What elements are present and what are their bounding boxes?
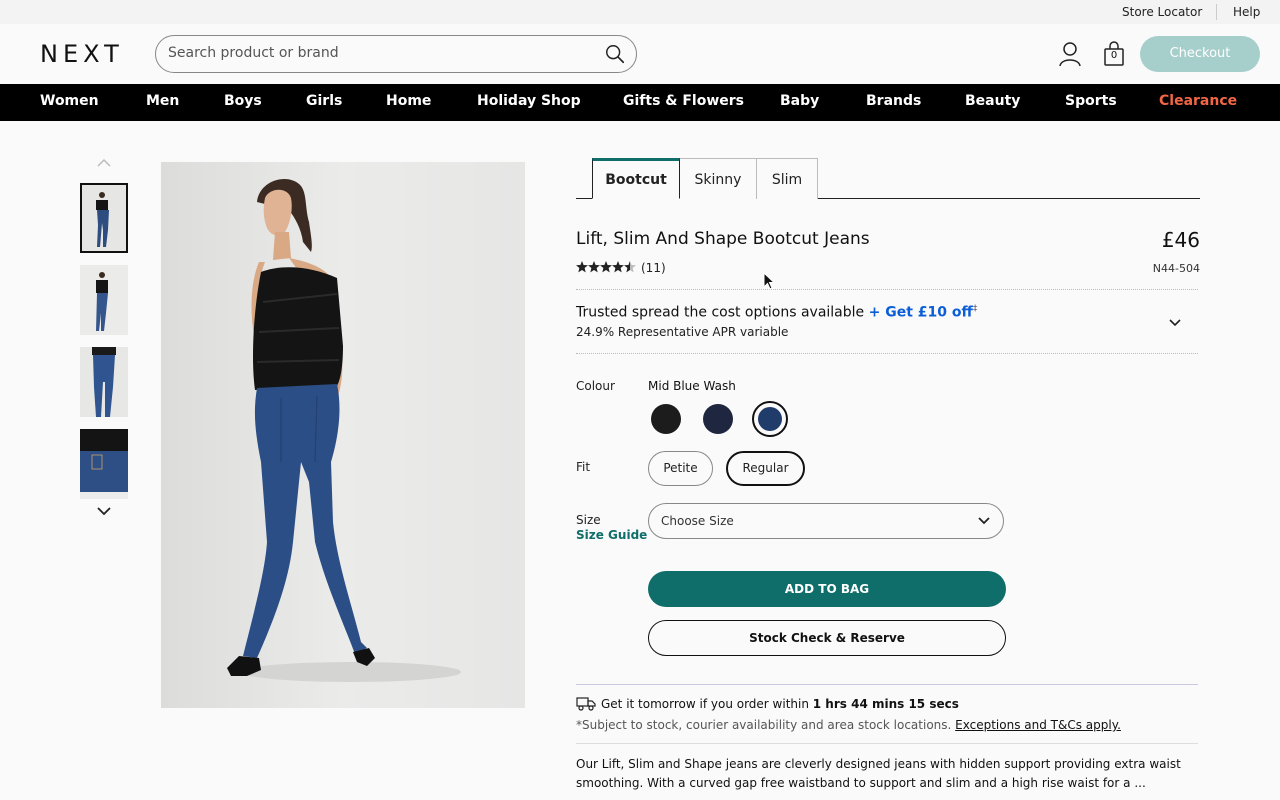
credit-apr-text: 24.9% Representative APR variable: [576, 325, 789, 339]
credit-offer-text: Trusted spread the cost options availabl…: [576, 304, 977, 321]
size-guide-link[interactable]: Size Guide: [576, 528, 647, 542]
thumbnail-3[interactable]: [80, 347, 128, 417]
product-price: £46: [1161, 228, 1200, 252]
main-nav: Women Men Boys Girls Home Holiday Shop G…: [0, 84, 1280, 121]
nav-item-home[interactable]: Home: [386, 93, 431, 109]
delivery-message: Get it tomorrow if you order within 1 hr…: [601, 697, 959, 711]
nav-item-boys[interactable]: Boys: [224, 93, 262, 109]
nav-item-gifts-flowers[interactable]: Gifts & Flowers: [623, 93, 744, 109]
nav-item-brands[interactable]: Brands: [866, 93, 921, 109]
colour-label: Colour: [576, 379, 615, 393]
stock-check-button[interactable]: Stock Check & Reserve: [648, 620, 1006, 656]
nav-item-women[interactable]: Women: [40, 93, 99, 109]
thumbnails-up-chevron-icon[interactable]: [96, 157, 112, 169]
chevron-down-icon: [978, 517, 990, 525]
credit-expand-chevron-icon[interactable]: [1168, 318, 1182, 328]
divider: [576, 684, 1198, 685]
delivery-note-text: *Subject to stock, courier availability …: [576, 718, 952, 732]
product-title: Lift, Slim And Shape Bootcut Jeans: [576, 229, 870, 249]
next-logo[interactable]: NEXT: [40, 40, 124, 68]
swatch-fill: [651, 404, 681, 434]
nav-item-sports[interactable]: Sports: [1065, 93, 1117, 109]
product-code: N44-504: [1152, 262, 1200, 275]
nav-item-clearance[interactable]: Clearance: [1159, 93, 1237, 109]
fit-option-regular[interactable]: Regular: [726, 451, 805, 486]
account-icon[interactable]: [1058, 41, 1082, 67]
add-to-bag-button[interactable]: ADD TO BAG: [648, 571, 1006, 607]
product-description: Our Lift, Slim and Shape jeans are cleve…: [576, 757, 1181, 790]
credit-dagger: ‡: [972, 304, 978, 314]
swatch-fill: [758, 407, 782, 431]
divider: [576, 289, 1198, 290]
nav-item-girls[interactable]: Girls: [306, 93, 342, 109]
colour-swatch-navy[interactable]: [700, 401, 736, 437]
nav-item-beauty[interactable]: Beauty: [965, 93, 1020, 109]
tab-slim[interactable]: Slim: [756, 158, 818, 199]
credit-offer-label: Trusted spread the cost options availabl…: [576, 304, 865, 321]
site-header: NEXT 0 Checkout: [0, 24, 1280, 84]
checkout-button[interactable]: Checkout: [1140, 36, 1260, 72]
nav-item-baby[interactable]: Baby: [780, 93, 819, 109]
credit-offer-link[interactable]: + Get £10 off: [869, 305, 973, 321]
main-product-image[interactable]: [161, 162, 525, 708]
delivery-note: *Subject to stock, courier availability …: [576, 718, 1121, 732]
utility-bar: Store Locator Help: [0, 0, 1280, 24]
utility-divider: [1216, 4, 1217, 20]
divider: [576, 353, 1198, 354]
delivery-prefix: Get it tomorrow if you order within: [601, 697, 809, 711]
nav-item-holiday-shop[interactable]: Holiday Shop: [477, 93, 581, 109]
selected-colour-name: Mid Blue Wash: [648, 379, 736, 393]
search-box[interactable]: [155, 35, 637, 73]
delivery-truck-icon: [576, 697, 596, 711]
fit-label: Fit: [576, 460, 591, 474]
store-locator-link[interactable]: Store Locator: [1122, 5, 1202, 19]
colour-swatch-black[interactable]: [648, 401, 684, 437]
rating-stars-icon[interactable]: [576, 261, 636, 276]
review-count-link[interactable]: (11): [641, 261, 666, 275]
thumbnail-4[interactable]: [80, 429, 128, 499]
fit-option-petite[interactable]: Petite: [648, 451, 713, 486]
bag-count-badge: 0: [1110, 50, 1118, 61]
mouse-cursor-icon: [763, 272, 775, 290]
colour-swatch-mid-blue-wash[interactable]: [752, 401, 788, 437]
thumbnail-1[interactable]: [80, 183, 128, 253]
size-label: Size: [576, 513, 601, 527]
search-input[interactable]: [168, 45, 588, 61]
swatch-fill: [703, 404, 733, 434]
delivery-countdown: 1 hrs 44 mins 15 secs: [812, 697, 959, 711]
tab-bootcut[interactable]: Bootcut: [592, 158, 680, 199]
tcs-link[interactable]: Exceptions and T&Cs apply.: [955, 718, 1121, 732]
nav-item-men[interactable]: Men: [146, 93, 179, 109]
size-dropdown-value: Choose Size: [661, 514, 734, 528]
thumbnail-2[interactable]: [80, 265, 128, 335]
thumbnails-down-chevron-icon[interactable]: [96, 505, 112, 517]
search-icon[interactable]: [604, 43, 626, 65]
divider: [576, 743, 1198, 744]
size-dropdown[interactable]: Choose Size: [648, 503, 1004, 539]
tab-skinny[interactable]: Skinny: [679, 158, 757, 199]
help-link[interactable]: Help: [1233, 5, 1260, 19]
